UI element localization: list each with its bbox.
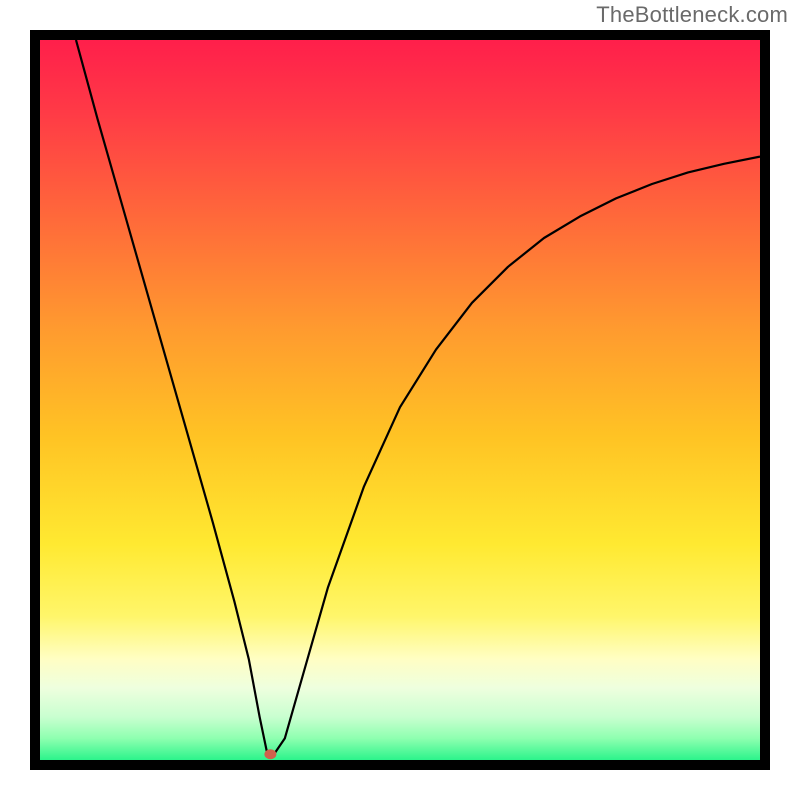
minimum-marker [264, 749, 276, 759]
chart-frame [30, 30, 770, 770]
watermark-text: TheBottleneck.com [596, 2, 788, 28]
gradient-background [40, 40, 760, 760]
chart-svg [40, 40, 760, 760]
chart-wrapper: TheBottleneck.com [0, 0, 800, 800]
plot-area [40, 40, 760, 760]
